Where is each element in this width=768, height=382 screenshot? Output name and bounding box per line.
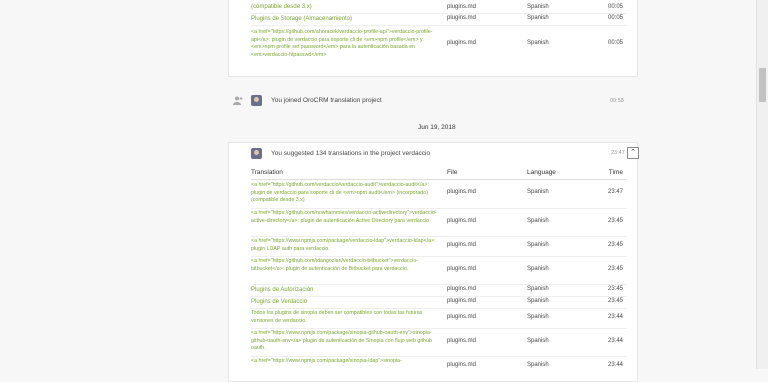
table-row: <a href="https://github.com/nowhammies/v…: [251, 208, 627, 237]
table-row: <a href="https://www.npmjs.com/package/v…: [251, 236, 627, 257]
file-cell: plugins.md: [447, 362, 477, 368]
table-row: <a href="https://github.com/verdaccio/ve…: [251, 180, 627, 209]
file-cell: plugins.md: [447, 242, 477, 248]
language-cell: Spanish: [527, 266, 549, 272]
language-cell: Spanish: [527, 189, 549, 195]
time-cell: 23:44: [607, 362, 623, 368]
translation-text[interactable]: Plugins de Autorización: [251, 286, 443, 294]
translation-text[interactable]: <a href="https://github.com/verdaccio/ve…: [251, 182, 443, 205]
table-row: <a href="https://github.com/idangozlan/v…: [251, 256, 627, 285]
table-row: <a href="https://www.npmjs.com/package/s…: [251, 356, 627, 370]
translation-text[interactable]: <a href="https://github.com/ahoracek/ver…: [251, 29, 443, 59]
time-cell: 00:05: [607, 15, 623, 21]
language-cell: Spanish: [527, 298, 549, 304]
activity-card-suggestions: You suggested 134 translations in the pr…: [228, 142, 639, 382]
suggested-event-text: You suggested 134 translations in the pr…: [271, 150, 431, 157]
language-cell: Spanish: [527, 362, 549, 368]
table-header: Translation File Language Time: [251, 167, 627, 180]
language-cell: Spanish: [527, 314, 549, 320]
activity-card-previous: (compatible desde 3.x) plugins.md Spanis…: [228, 0, 638, 77]
file-cell: plugins.md: [447, 40, 477, 46]
translation-text[interactable]: <a href="https://www.npmjs.com/package/s…: [251, 330, 443, 353]
scrollbar-thumb[interactable]: [759, 68, 766, 102]
joined-event-text: You joined OroCRM translation project: [271, 97, 382, 104]
time-cell: 23:47: [607, 189, 623, 195]
file-cell: plugins.md: [447, 286, 477, 292]
col-language: Language: [527, 169, 556, 176]
col-time: Time: [608, 169, 623, 176]
language-cell: Spanish: [527, 40, 549, 46]
table-row: Plugins de Storage (Almacenamiento) plug…: [251, 13, 627, 26]
time-cell: 23:45: [607, 286, 623, 292]
translation-text[interactable]: Plugins de Storage (Almacenamiento): [251, 15, 443, 23]
avatar: [251, 95, 262, 106]
col-file: File: [447, 169, 458, 176]
translation-text[interactable]: <a href="https://www.npmjs.com/package/v…: [251, 238, 443, 253]
translation-text[interactable]: (compatible desde 3.x): [251, 3, 443, 11]
language-cell: Spanish: [527, 15, 549, 21]
time-cell: 23:45: [607, 218, 623, 224]
file-cell: plugins.md: [447, 266, 477, 272]
time-cell: 23:44: [607, 314, 623, 320]
table-row: <a href="https://www.npmjs.com/package/s…: [251, 328, 627, 357]
user-add-icon: [233, 96, 243, 107]
avatar: [251, 148, 262, 159]
time-cell: 23:45: [607, 266, 623, 272]
table-row: (compatible desde 3.x) plugins.md Spanis…: [251, 0, 627, 14]
file-cell: plugins.md: [447, 298, 477, 304]
time-cell: 00:05: [607, 4, 623, 10]
translation-text[interactable]: <a href="https://github.com/nowhammies/v…: [251, 210, 443, 225]
file-cell: plugins.md: [447, 218, 477, 224]
date-separator: Jun 19, 2018: [418, 124, 456, 131]
file-cell: plugins.md: [447, 15, 477, 21]
collapse-button[interactable]: ⌃: [627, 147, 639, 159]
file-cell: plugins.md: [447, 4, 477, 10]
language-cell: Spanish: [527, 286, 549, 292]
language-cell: Spanish: [527, 338, 549, 344]
file-cell: plugins.md: [447, 314, 477, 320]
table-row: Todos los plugins de sinopia deben ser c…: [251, 308, 627, 329]
time-cell: 23:45: [607, 298, 623, 304]
language-cell: Spanish: [527, 4, 549, 10]
vertical-scrollbar[interactable]: [756, 0, 768, 369]
suggested-event-time: 23:47: [611, 150, 625, 156]
time-cell: 23:45: [607, 242, 623, 248]
translation-text[interactable]: <a href="https://www.npmjs.com/package/s…: [251, 358, 443, 366]
time-cell: 23:44: [607, 338, 623, 344]
language-cell: Spanish: [527, 218, 549, 224]
col-translation: Translation: [251, 169, 283, 176]
language-cell: Spanish: [527, 242, 549, 248]
translation-text[interactable]: Plugins de Verdaccio: [251, 298, 443, 306]
translation-text[interactable]: Todos los plugins de sinopia deben ser c…: [251, 310, 443, 325]
translation-text[interactable]: <a href="https://github.com/idangozlan/v…: [251, 258, 443, 273]
joined-event-time: 09:58: [610, 98, 624, 104]
table-row: <a href="https://github.com/ahoracek/ver…: [251, 27, 627, 65]
file-cell: plugins.md: [447, 189, 477, 195]
file-cell: plugins.md: [447, 338, 477, 344]
time-cell: 00:05: [607, 40, 623, 46]
